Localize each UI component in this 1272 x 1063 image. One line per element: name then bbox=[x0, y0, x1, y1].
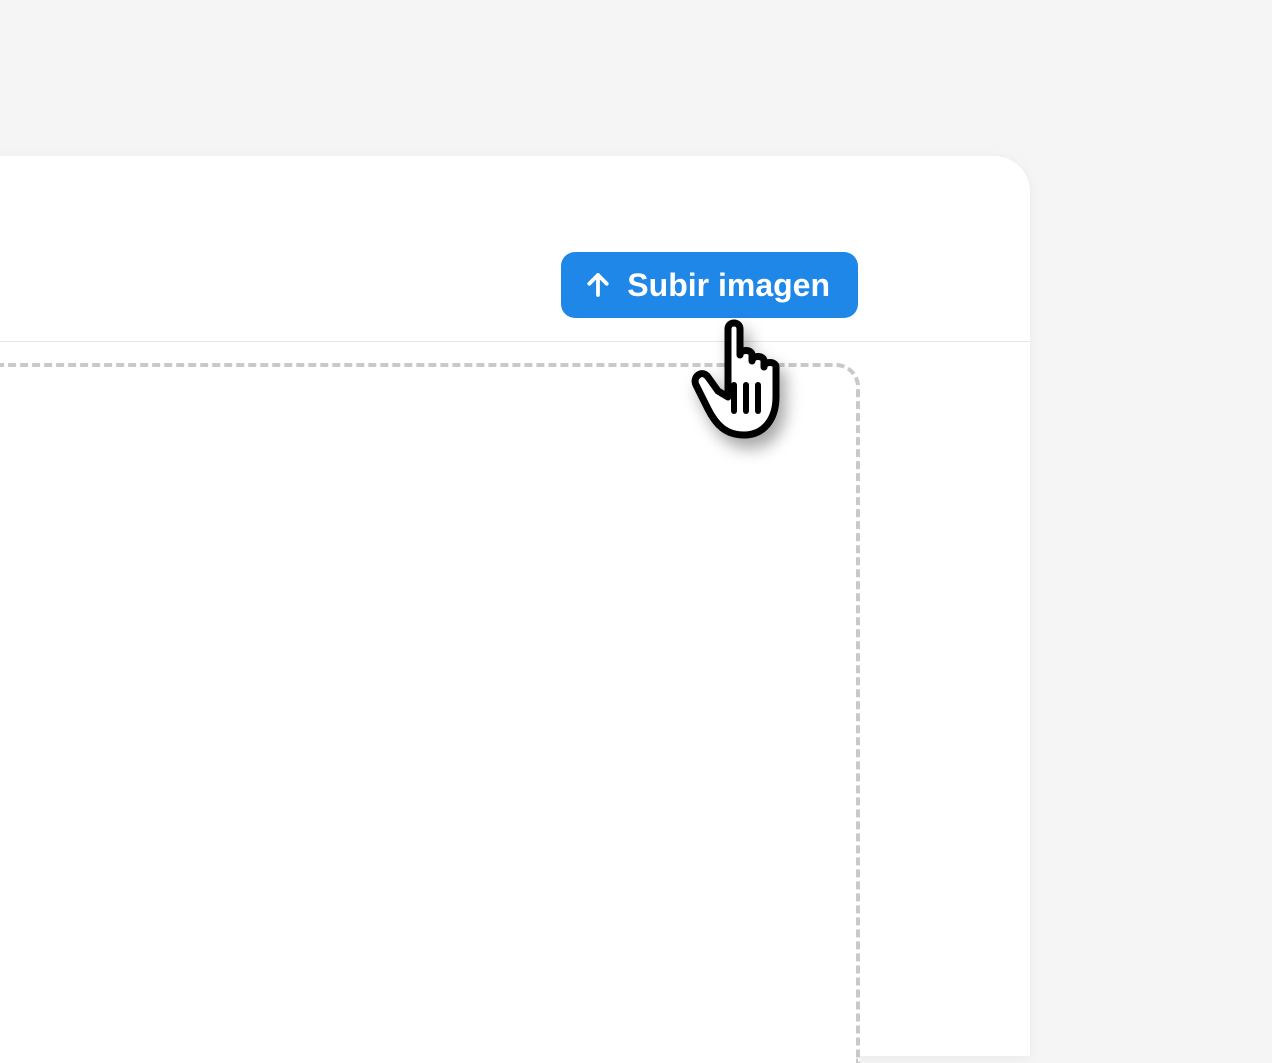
upload-arrow-icon bbox=[583, 270, 613, 300]
panel-header: Subir imagen bbox=[0, 156, 1030, 342]
image-dropzone[interactable] bbox=[0, 363, 860, 1063]
upload-panel: Subir imagen bbox=[0, 156, 1030, 1056]
upload-image-button[interactable]: Subir imagen bbox=[561, 252, 858, 318]
upload-button-label: Subir imagen bbox=[627, 266, 830, 304]
